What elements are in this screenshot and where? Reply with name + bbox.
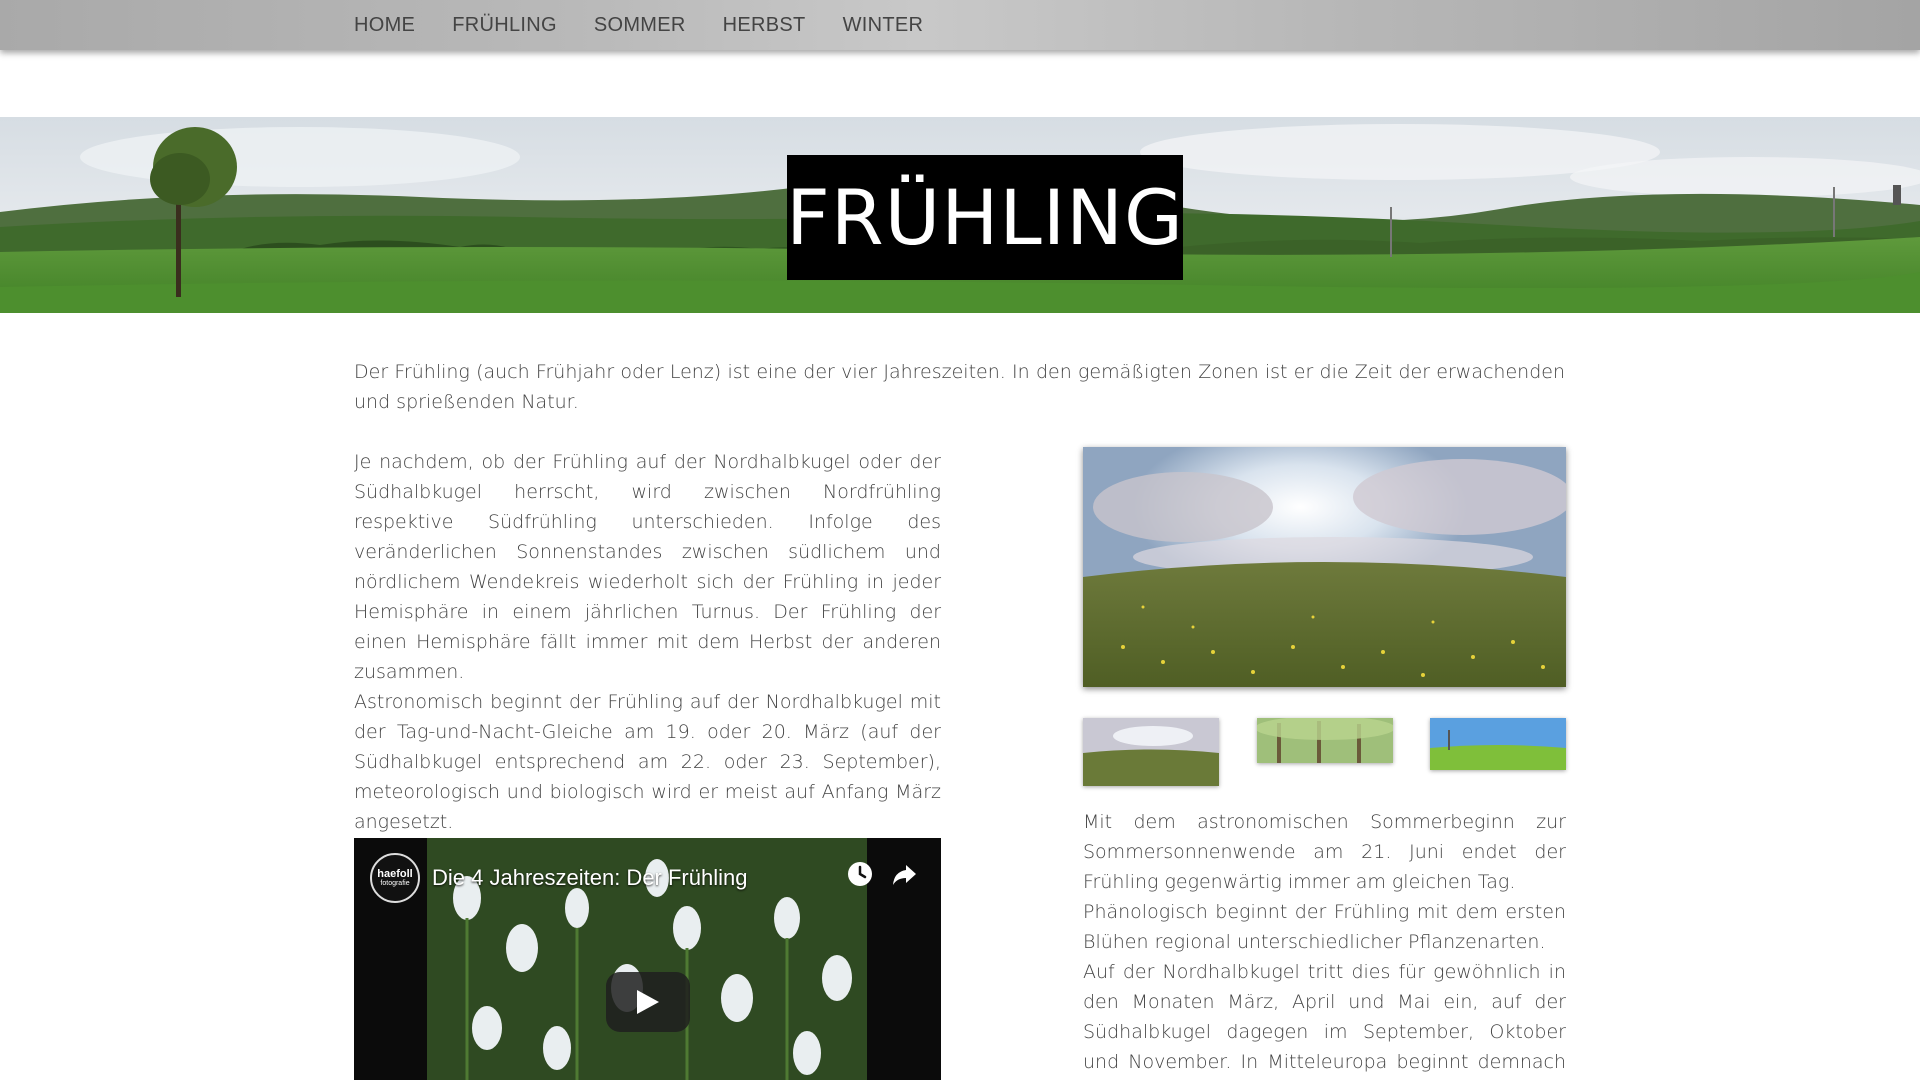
video-title[interactable]: Die 4 Jahreszeiten: Der Frühling (432, 865, 747, 891)
thumbnail-2-graphic (1257, 718, 1393, 763)
page-title: FRÜHLING (786, 155, 1183, 280)
left-paragraph-2: Astronomisch beginnt der Frühling auf de… (354, 691, 941, 833)
top-navigation: HOME FRÜHLING SOMMER HERBST WINTER (0, 0, 1920, 50)
play-button[interactable] (606, 972, 690, 1032)
thumbnail-blue-sky-field[interactable] (1430, 718, 1566, 770)
play-icon (637, 990, 659, 1014)
youtube-video-embed[interactable]: haefoll fotografie Die 4 Jahreszeiten: D… (354, 838, 941, 1080)
channel-name-line1: haefoll (377, 867, 413, 880)
nav-menu: HOME FRÜHLING SOMMER HERBST WINTER (354, 0, 960, 50)
nav-item-fruehling[interactable]: FRÜHLING (452, 14, 557, 37)
spring-meadow-panorama-image[interactable] (1083, 447, 1566, 687)
nav-item-sommer[interactable]: SOMMER (594, 14, 686, 37)
channel-avatar[interactable]: haefoll fotografie (370, 853, 420, 903)
right-paragraph-2: Phänologisch beginnt der Frühling mit de… (1083, 901, 1566, 953)
right-paragraph-1: Mit dem astronomischen Sommerbeginn zur … (1083, 811, 1566, 893)
nav-item-herbst[interactable]: HERBST (723, 14, 806, 37)
right-paragraph-3: Auf der Nordhalbkugel tritt dies für gew… (1083, 961, 1566, 1073)
thumbnail-3-graphic (1430, 718, 1566, 770)
channel-name-line2: fotografie (380, 879, 410, 887)
left-text-column: Je nachdem, ob der Frühling auf der Nord… (354, 447, 941, 837)
share-icon[interactable] (886, 856, 922, 892)
thumbnail-1-graphic (1083, 718, 1219, 786)
nav-item-winter[interactable]: WINTER (843, 14, 924, 37)
left-paragraph-1: Je nachdem, ob der Frühling auf der Nord… (354, 451, 941, 683)
thumbnail-forest[interactable] (1257, 718, 1393, 763)
right-text-column: Mit dem astronomischen Sommerbeginn zur … (1083, 807, 1566, 1080)
clock-icon[interactable] (842, 856, 878, 892)
thumbnail-meadow-clouds[interactable] (1083, 718, 1219, 786)
main-image-graphic (1083, 447, 1566, 687)
nav-item-home[interactable]: HOME (354, 14, 415, 37)
spring-landscape-banner: FRÜHLING (0, 117, 1920, 313)
intro-paragraph: Der Frühling (auch Frühjahr oder Lenz) i… (354, 361, 1565, 413)
